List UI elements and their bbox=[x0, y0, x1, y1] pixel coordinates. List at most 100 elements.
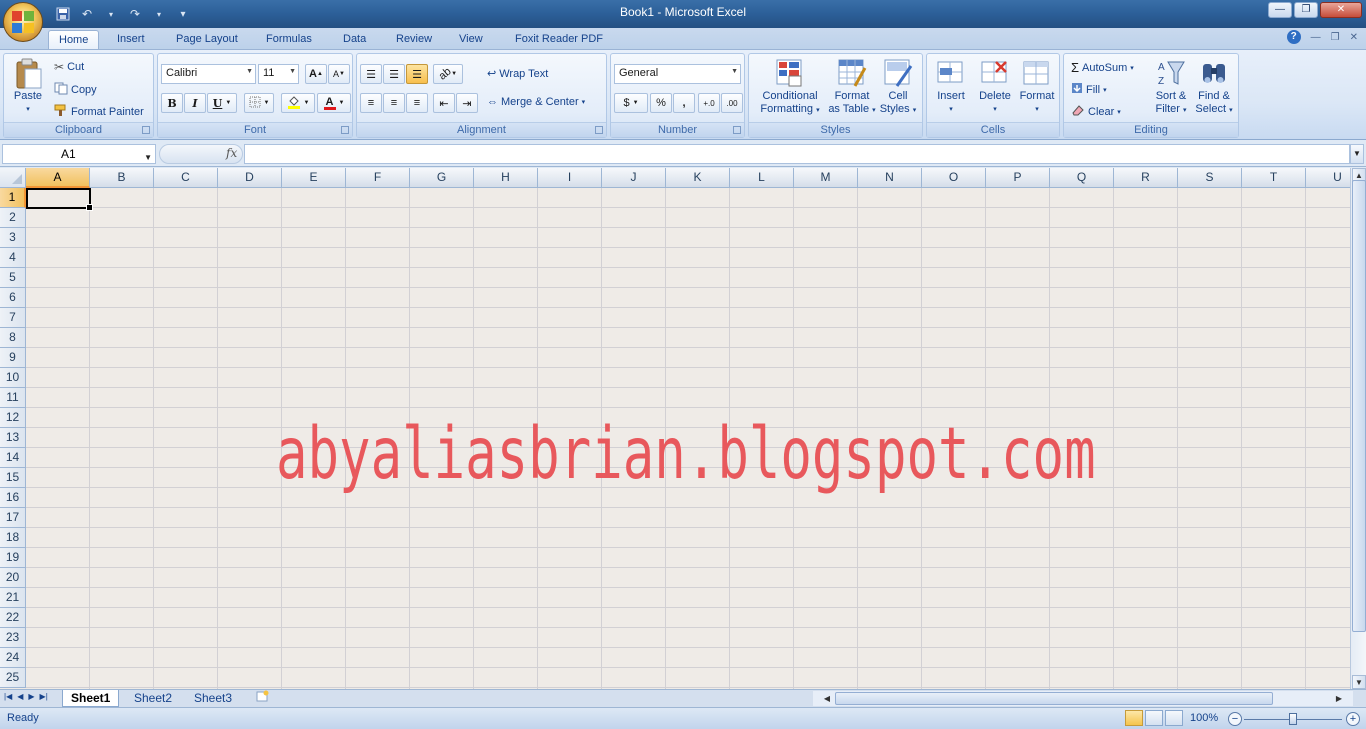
column-header-c[interactable]: C bbox=[154, 168, 218, 188]
row-header-19[interactable]: 19 bbox=[0, 548, 26, 568]
autosum-button[interactable]: Σ AutoSum ▾ bbox=[1071, 60, 1134, 75]
comma-style-button[interactable]: , bbox=[673, 93, 695, 113]
font-size-select[interactable]: 11 ▼ bbox=[258, 64, 299, 84]
expand-formula-bar-icon[interactable]: ▼ bbox=[1350, 144, 1364, 164]
row-header-18[interactable]: 18 bbox=[0, 528, 26, 548]
row-header-24[interactable]: 24 bbox=[0, 648, 26, 668]
align-right-button[interactable]: ≡ bbox=[406, 93, 428, 113]
find-select-button[interactable]: Find & Select ▾ bbox=[1192, 58, 1236, 117]
row-header-2[interactable]: 2 bbox=[0, 208, 26, 228]
horizontal-scroll-thumb[interactable] bbox=[835, 692, 1273, 705]
tab-formulas[interactable]: Formulas bbox=[256, 30, 322, 50]
accounting-format-button[interactable]: $ ▼ bbox=[614, 93, 648, 113]
workbook-minimize-icon[interactable]: — bbox=[1311, 32, 1321, 43]
dialog-launcher-icon[interactable] bbox=[341, 126, 349, 134]
column-header-b[interactable]: B bbox=[90, 168, 154, 188]
dialog-launcher-icon[interactable] bbox=[733, 126, 741, 134]
tab-data[interactable]: Data bbox=[333, 30, 376, 50]
percent-style-button[interactable]: % bbox=[650, 93, 672, 113]
format-cells-button[interactable]: Format ▾ bbox=[1016, 58, 1058, 116]
first-sheet-icon[interactable]: |◀ bbox=[4, 692, 12, 701]
next-sheet-icon[interactable]: ▶ bbox=[28, 692, 34, 701]
insert-cells-button[interactable]: Insert ▾ bbox=[930, 58, 972, 116]
column-header-p[interactable]: P bbox=[986, 168, 1050, 188]
align-top-button[interactable]: ☰ bbox=[360, 64, 382, 84]
decrease-decimal-button[interactable]: .00 bbox=[721, 93, 743, 113]
scroll-right-icon[interactable]: ▶ bbox=[1333, 692, 1345, 705]
zoom-slider[interactable]: − + bbox=[1228, 711, 1362, 727]
office-button[interactable] bbox=[3, 2, 43, 42]
sheet-tab-sheet2[interactable]: Sheet2 bbox=[126, 690, 180, 707]
tab-page-layout[interactable]: Page Layout bbox=[166, 30, 248, 50]
dialog-launcher-icon[interactable] bbox=[142, 126, 150, 134]
borders-button[interactable]: ▼ bbox=[244, 93, 274, 113]
row-header-9[interactable]: 9 bbox=[0, 348, 26, 368]
zoom-level[interactable]: 100% bbox=[1190, 712, 1218, 724]
grow-font-button[interactable]: A ▲ bbox=[305, 64, 327, 84]
number-format-select[interactable]: General ▼ bbox=[614, 64, 741, 84]
name-box[interactable]: A1 ▼ bbox=[2, 144, 156, 164]
row-header-1[interactable]: 1 bbox=[0, 188, 26, 208]
row-header-4[interactable]: 4 bbox=[0, 248, 26, 268]
fill-button[interactable]: Fill ▾ bbox=[1071, 82, 1107, 97]
zoom-out-icon[interactable]: − bbox=[1228, 712, 1242, 726]
row-header-23[interactable]: 23 bbox=[0, 628, 26, 648]
tab-review[interactable]: Review bbox=[386, 30, 442, 50]
scroll-left-icon[interactable]: ◀ bbox=[821, 692, 833, 705]
sheet-tab-sheet1[interactable]: Sheet1 bbox=[62, 690, 120, 707]
align-left-button[interactable]: ≡ bbox=[360, 93, 382, 113]
fill-color-button[interactable]: ▼ bbox=[281, 93, 315, 113]
vertical-scroll-thumb[interactable] bbox=[1352, 180, 1366, 632]
page-break-view-icon[interactable] bbox=[1165, 710, 1183, 726]
column-header-j[interactable]: J bbox=[602, 168, 666, 188]
wrap-text-button[interactable]: ↩ Wrap Text bbox=[487, 67, 548, 81]
row-header-21[interactable]: 21 bbox=[0, 588, 26, 608]
zoom-slider-knob[interactable] bbox=[1289, 713, 1297, 725]
column-header-e[interactable]: E bbox=[282, 168, 346, 188]
tab-insert[interactable]: Insert bbox=[107, 30, 155, 50]
column-header-n[interactable]: N bbox=[858, 168, 922, 188]
copy-button[interactable]: Copy bbox=[54, 82, 97, 98]
normal-view-icon[interactable] bbox=[1125, 710, 1143, 726]
insert-sheet-icon[interactable] bbox=[248, 690, 278, 707]
zoom-in-icon[interactable]: + bbox=[1346, 712, 1360, 726]
column-header-a[interactable]: A bbox=[26, 168, 90, 188]
column-header-i[interactable]: I bbox=[538, 168, 602, 188]
sheet-tab-sheet3[interactable]: Sheet3 bbox=[186, 690, 240, 707]
page-layout-view-icon[interactable] bbox=[1145, 710, 1163, 726]
column-header-l[interactable]: L bbox=[730, 168, 794, 188]
column-header-o[interactable]: O bbox=[922, 168, 986, 188]
scroll-down-icon[interactable]: ▼ bbox=[1352, 675, 1366, 689]
row-header-8[interactable]: 8 bbox=[0, 328, 26, 348]
paste-button[interactable]: Paste ▾ bbox=[10, 58, 46, 116]
bold-button[interactable]: B bbox=[161, 93, 183, 113]
column-header-f[interactable]: F bbox=[346, 168, 410, 188]
row-header-3[interactable]: 3 bbox=[0, 228, 26, 248]
column-header-m[interactable]: M bbox=[794, 168, 858, 188]
merge-center-button[interactable]: ⇔ Merge & Center ▾ bbox=[487, 96, 585, 108]
row-header-12[interactable]: 12 bbox=[0, 408, 26, 428]
column-header-k[interactable]: K bbox=[666, 168, 730, 188]
workbook-close-icon[interactable]: ✕ bbox=[1350, 32, 1358, 43]
row-header-16[interactable]: 16 bbox=[0, 488, 26, 508]
row-header-22[interactable]: 22 bbox=[0, 608, 26, 628]
conditional-formatting-button[interactable]: Conditional Formatting ▾ bbox=[753, 58, 827, 117]
column-header-d[interactable]: D bbox=[218, 168, 282, 188]
delete-cells-button[interactable]: Delete ▾ bbox=[974, 58, 1016, 116]
align-middle-button[interactable]: ☰ bbox=[383, 64, 405, 84]
underline-button[interactable]: U ▼ bbox=[207, 93, 237, 113]
orientation-button[interactable]: ab ▼ bbox=[433, 64, 463, 84]
tab-foxit-reader-pdf[interactable]: Foxit Reader PDF bbox=[505, 30, 613, 50]
row-header-25[interactable]: 25 bbox=[0, 668, 26, 688]
last-sheet-icon[interactable]: ▶| bbox=[40, 692, 48, 701]
decrease-indent-button[interactable]: ⇤ bbox=[433, 93, 455, 113]
increase-indent-button[interactable]: ⇥ bbox=[456, 93, 478, 113]
format-as-table-button[interactable]: Format as Table ▾ bbox=[825, 58, 879, 117]
row-header-17[interactable]: 17 bbox=[0, 508, 26, 528]
minimize-button[interactable]: — bbox=[1268, 2, 1292, 18]
column-header-h[interactable]: H bbox=[474, 168, 538, 188]
sort-filter-button[interactable]: AZ Sort & Filter ▾ bbox=[1150, 58, 1192, 117]
align-center-button[interactable]: ≡ bbox=[383, 93, 405, 113]
restore-button[interactable]: ❐ bbox=[1294, 2, 1318, 18]
clear-button[interactable]: Clear ▾ bbox=[1071, 104, 1121, 119]
